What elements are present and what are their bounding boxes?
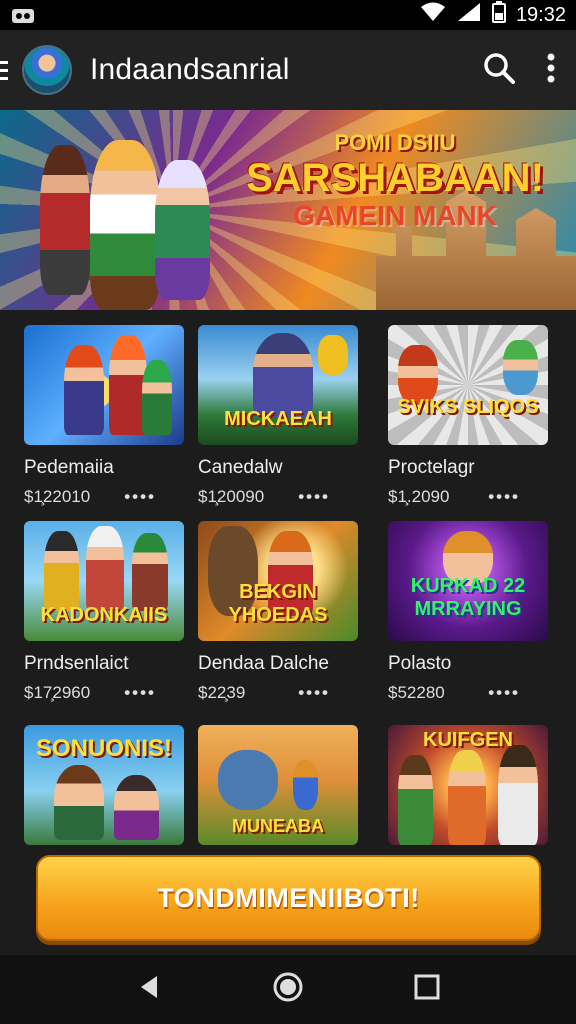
game-name: Dendaa Dalche — [198, 653, 329, 674]
game-price: $22̧39 — [198, 683, 246, 702]
more-dots-icon[interactable]: •••• — [488, 487, 520, 507]
game-art-title: KADONKAIIS — [40, 604, 168, 626]
search-icon[interactable] — [482, 51, 516, 90]
menu-icon[interactable] — [0, 55, 14, 85]
game-thumbnail[interactable]: KURKAD 22 MRRAYING — [388, 521, 548, 641]
recents-icon[interactable] — [413, 973, 441, 1006]
game-thumbnail[interactable]: SONUONIS! — [24, 725, 184, 845]
game-price: $1̧20090 — [198, 487, 265, 506]
promo-banner[interactable]: POMI DSIIU SARSHABAAN! GAMEIN MANK — [0, 110, 576, 310]
status-bar: 19:32 — [0, 0, 576, 30]
notification-icon — [10, 4, 40, 26]
game-price: $17̧2960 — [24, 683, 91, 702]
banner-headline: POMI DSIIU SARSHABAAN! GAMEIN MANK — [230, 130, 560, 232]
more-dots-icon[interactable]: •••• — [298, 683, 330, 703]
game-name: Prndsenlaict — [24, 653, 129, 674]
game-price: $1̧.2090 — [388, 487, 450, 506]
heroes-illustration — [20, 120, 230, 310]
cta-button[interactable]: TONDMIMENIIBOTI! — [36, 855, 541, 941]
game-card[interactable]: Pedemaiia $1̧22010 •••• — [24, 325, 184, 507]
game-card[interactable]: SVIKS SLIQOS Proctelagr $1̧.2090 •••• — [388, 325, 548, 507]
game-art-title: KUIFGEN — [423, 729, 513, 751]
more-dots-icon[interactable]: •••• — [124, 683, 156, 703]
app-bar: Indaandsanrial — [0, 30, 576, 110]
game-thumbnail[interactable]: SVIKS SLIQOS — [388, 325, 548, 445]
game-name: Canedalw — [198, 457, 283, 478]
more-dots-icon[interactable]: •••• — [124, 487, 156, 507]
game-thumbnail[interactable]: KUIFGEN — [388, 725, 548, 845]
signal-icon — [456, 2, 482, 28]
cta-container: TONDMIMENIIBOTI! — [36, 855, 541, 941]
game-art-title: SONUONIS! — [35, 735, 172, 762]
status-time: 19:32 — [515, 3, 566, 26]
home-icon[interactable] — [272, 971, 304, 1008]
game-card[interactable]: KURKAD 22 MRRAYING Polasto $52280 •••• — [388, 521, 548, 703]
game-art-title: SVIKS SLIQOS — [397, 396, 539, 418]
game-thumbnail[interactable]: MICKAEAH — [198, 325, 358, 445]
back-icon[interactable] — [135, 973, 163, 1006]
game-thumbnail[interactable]: KADONKAIIS — [24, 521, 184, 641]
game-art-title: MUNEABA — [232, 816, 324, 836]
game-card[interactable]: BEKGIN YHOEDAS Dendaa Dalche $22̧39 •••• — [198, 521, 358, 703]
game-thumbnail[interactable] — [24, 325, 184, 445]
game-card[interactable]: MICKAEAH Canedalw $1̧20090 •••• — [198, 325, 358, 507]
battery-icon — [491, 1, 506, 29]
game-card[interactable]: KADONKAIIS Prndsenlaict $17̧2960 •••• — [24, 521, 184, 703]
banner-line-1: POMI DSIIU — [334, 130, 456, 155]
game-name: Pedemaiia — [24, 457, 114, 478]
system-nav-bar — [0, 955, 576, 1024]
game-card[interactable]: KUIFGEN — [388, 725, 548, 845]
more-dots-icon[interactable]: •••• — [298, 487, 330, 507]
game-art-title: KURKAD 22 MRRAYING — [410, 575, 526, 620]
game-price: $52280 — [388, 683, 445, 702]
more-dots-icon[interactable]: •••• — [488, 683, 520, 703]
game-name: Proctelagr — [388, 457, 475, 478]
wifi-icon — [420, 2, 446, 28]
game-thumbnail[interactable]: BEKGIN YHOEDAS — [198, 521, 358, 641]
game-card[interactable]: SONUONIS! — [24, 725, 184, 845]
banner-line-2: SARSHABAAN! — [246, 156, 544, 200]
banner-line-3: GAMEIN MANK — [293, 200, 497, 231]
game-price: $1̧22010 — [24, 487, 91, 506]
game-art-title: BEKGIN YHOEDAS — [228, 581, 328, 626]
app-title: Indaandsanrial — [90, 53, 290, 86]
game-card[interactable]: MUNEABA — [198, 725, 358, 845]
game-thumbnail[interactable]: MUNEABA — [198, 725, 358, 845]
game-art-title: MICKAEAH — [224, 408, 332, 430]
avatar[interactable] — [22, 45, 72, 95]
more-vert-icon[interactable] — [546, 52, 556, 89]
game-name: Polasto — [388, 653, 452, 674]
